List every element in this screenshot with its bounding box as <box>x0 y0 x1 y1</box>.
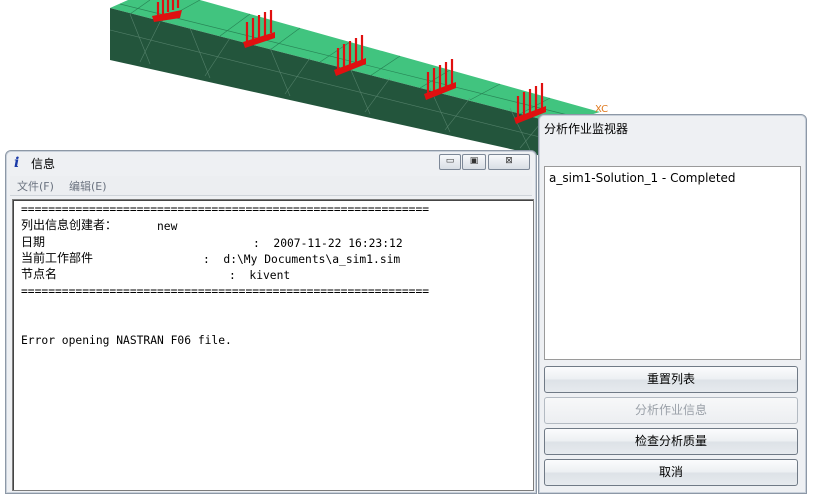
line-part-value: : d:\My Documents\a_sim1.sim <box>203 253 401 266</box>
minimize-icon: ▭ <box>445 156 455 166</box>
job-info-button[interactable]: 分析作业信息 <box>544 397 798 424</box>
analysis-job-monitor[interactable]: 分析作业监视器 a_sim1-Solution_1 - Completed 重置… <box>538 114 807 494</box>
job-list[interactable]: a_sim1-Solution_1 - Completed <box>544 166 801 360</box>
menu-file[interactable]: 文件(F) <box>17 178 54 194</box>
error-message: Error opening NASTRAN F06 file. <box>21 334 232 347</box>
info-text-area[interactable]: ========================================… <box>12 199 534 491</box>
info-titlebar[interactable]: i 信息 ▭ ▣ ⊠ <box>6 151 536 174</box>
info-menubar: 文件(F) 编辑(E) <box>10 176 532 196</box>
info-window-title: 信息 <box>31 157 56 171</box>
separator-top: ========================================… <box>21 203 430 216</box>
cancel-button[interactable]: 取消 <box>544 459 798 486</box>
maximize-button[interactable]: ▣ <box>462 154 486 170</box>
line-node-value: : kivent <box>229 269 291 282</box>
list-item[interactable]: a_sim1-Solution_1 - Completed <box>549 171 736 185</box>
info-window[interactable]: i 信息 ▭ ▣ ⊠ 文件(F) 编辑(E) =================… <box>5 150 537 494</box>
close-icon: ⊠ <box>505 156 513 166</box>
separator-bottom: ========================================… <box>21 285 430 298</box>
line-part-label: 当前工作部件 <box>21 251 94 265</box>
line-creator-value: new <box>157 220 178 233</box>
reset-list-button[interactable]: 重置列表 <box>544 366 798 393</box>
line-date-label: 日期 <box>21 235 46 249</box>
monitor-title: 分析作业监视器 <box>544 122 629 136</box>
line-node-label: 节点名 <box>21 267 58 281</box>
info-scrollbar[interactable] <box>519 200 533 490</box>
maximize-icon: ▣ <box>469 156 479 166</box>
check-quality-button[interactable]: 检查分析质量 <box>544 428 798 455</box>
info-icon: i <box>14 155 20 171</box>
line-date-value: : 2007-11-22 16:23:12 <box>253 237 403 250</box>
close-button[interactable]: ⊠ <box>488 154 530 170</box>
menu-edit[interactable]: 编辑(E) <box>69 178 107 194</box>
minimize-button[interactable]: ▭ <box>439 154 461 170</box>
line-creator-label: 列出信息创建者： <box>21 218 118 232</box>
